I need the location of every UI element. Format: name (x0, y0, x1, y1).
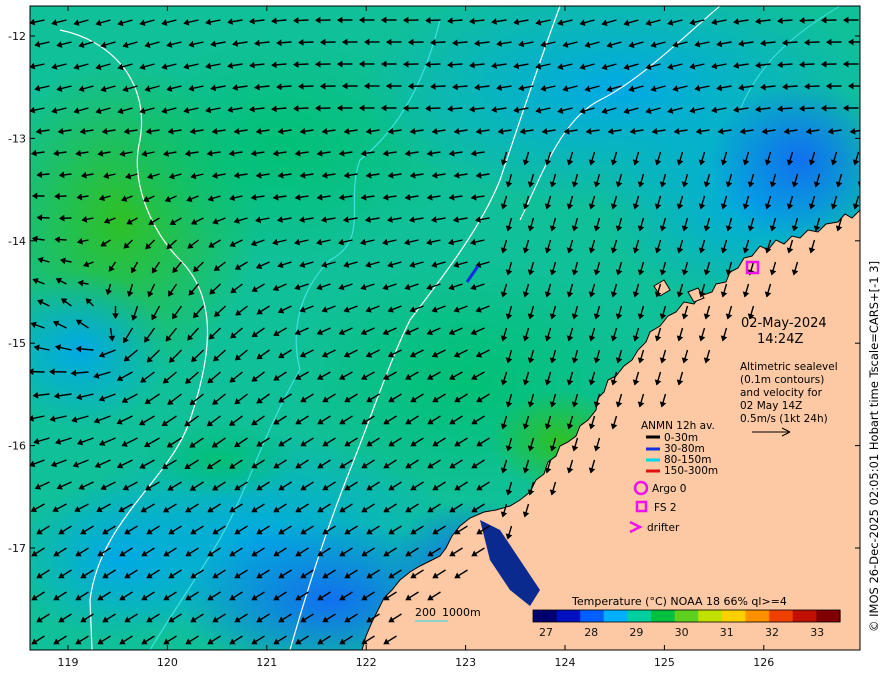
colorbar-tick-label: 33 (810, 626, 824, 639)
description-line: (0.1m contours) (740, 374, 824, 386)
colorbar-swatch (627, 610, 652, 622)
lon-tick-label: 119 (58, 656, 79, 669)
lon-tick-label: 126 (753, 656, 774, 669)
anmn-legend-title: ANMN 12h av. (641, 420, 715, 432)
description-line: Altimetric sealevel (740, 361, 838, 373)
colorbar-swatch (769, 610, 794, 622)
colorbar-swatch (651, 610, 676, 622)
colorbar-tick-label: 28 (584, 626, 598, 639)
colorbar-swatch (603, 610, 628, 622)
colorbar-tick-label: 30 (675, 626, 689, 639)
colorbar-tick-label: 27 (539, 626, 553, 639)
colorbar-swatch (580, 610, 605, 622)
lat-tick-label: -13 (8, 132, 26, 145)
description-line: 0.5m/s (1kt 24h) (740, 413, 828, 425)
description-line: and velocity for (740, 387, 823, 399)
colorbar-swatch (792, 610, 817, 622)
lat-tick-label: -12 (8, 30, 26, 43)
colorbar-swatch (745, 610, 770, 622)
drifter-label: drifter (647, 522, 680, 534)
contour-label-1000: 1000m (442, 606, 481, 619)
colorbar-title: Temperature (°C) NOAA 18 66% ql>=4 (571, 595, 787, 608)
lon-tick-label: 121 (256, 656, 277, 669)
lat-tick-label: -15 (8, 337, 26, 350)
colorbar-swatches (532, 609, 841, 623)
map-plot-area: 200 1000m 02-May-2024 14:24Z Altimetric … (30, 6, 860, 650)
lon-tick-label: 124 (555, 656, 576, 669)
lat-tick-label: -16 (8, 440, 26, 453)
lon-tick-label: 125 (654, 656, 675, 669)
velocity-arrow-head (857, 181, 860, 188)
colorbar-tick-label: 29 (629, 626, 643, 639)
contour-label-200: 200 (415, 606, 436, 619)
side-credit-label: © IMOS 26-Dec-2025 02:05:01 Hobart time … (867, 261, 880, 632)
description-line: 02 May 14Z (740, 400, 802, 412)
fs-label: FS 2 (654, 502, 677, 514)
argo-label: Argo 0 (652, 483, 686, 495)
anmn-label-150-300m: 150-300m (664, 465, 718, 477)
colorbar-swatch (674, 610, 699, 622)
lat-tick-label: -17 (8, 542, 26, 555)
colorbar-swatch (698, 610, 723, 622)
colorbar-swatch (556, 610, 581, 622)
lon-tick-label: 123 (455, 656, 476, 669)
time-label: 14:24Z (757, 332, 803, 347)
colorbar-swatch (721, 610, 747, 622)
colorbar-swatch (816, 610, 841, 622)
lon-tick-label: 122 (356, 656, 377, 669)
lat-tick-label: -14 (8, 235, 26, 248)
depth-contour-legend: 200 1000m (415, 606, 481, 622)
lon-tick-label: 120 (157, 656, 178, 669)
sst-current-map: 200 1000m 02-May-2024 14:24Z Altimetric … (8, 5, 880, 669)
colorbar-tick-label: 32 (765, 626, 779, 639)
colorbar-swatch (533, 610, 558, 622)
date-label: 02-May-2024 (741, 316, 827, 331)
colorbar-tick-label: 31 (720, 626, 734, 639)
